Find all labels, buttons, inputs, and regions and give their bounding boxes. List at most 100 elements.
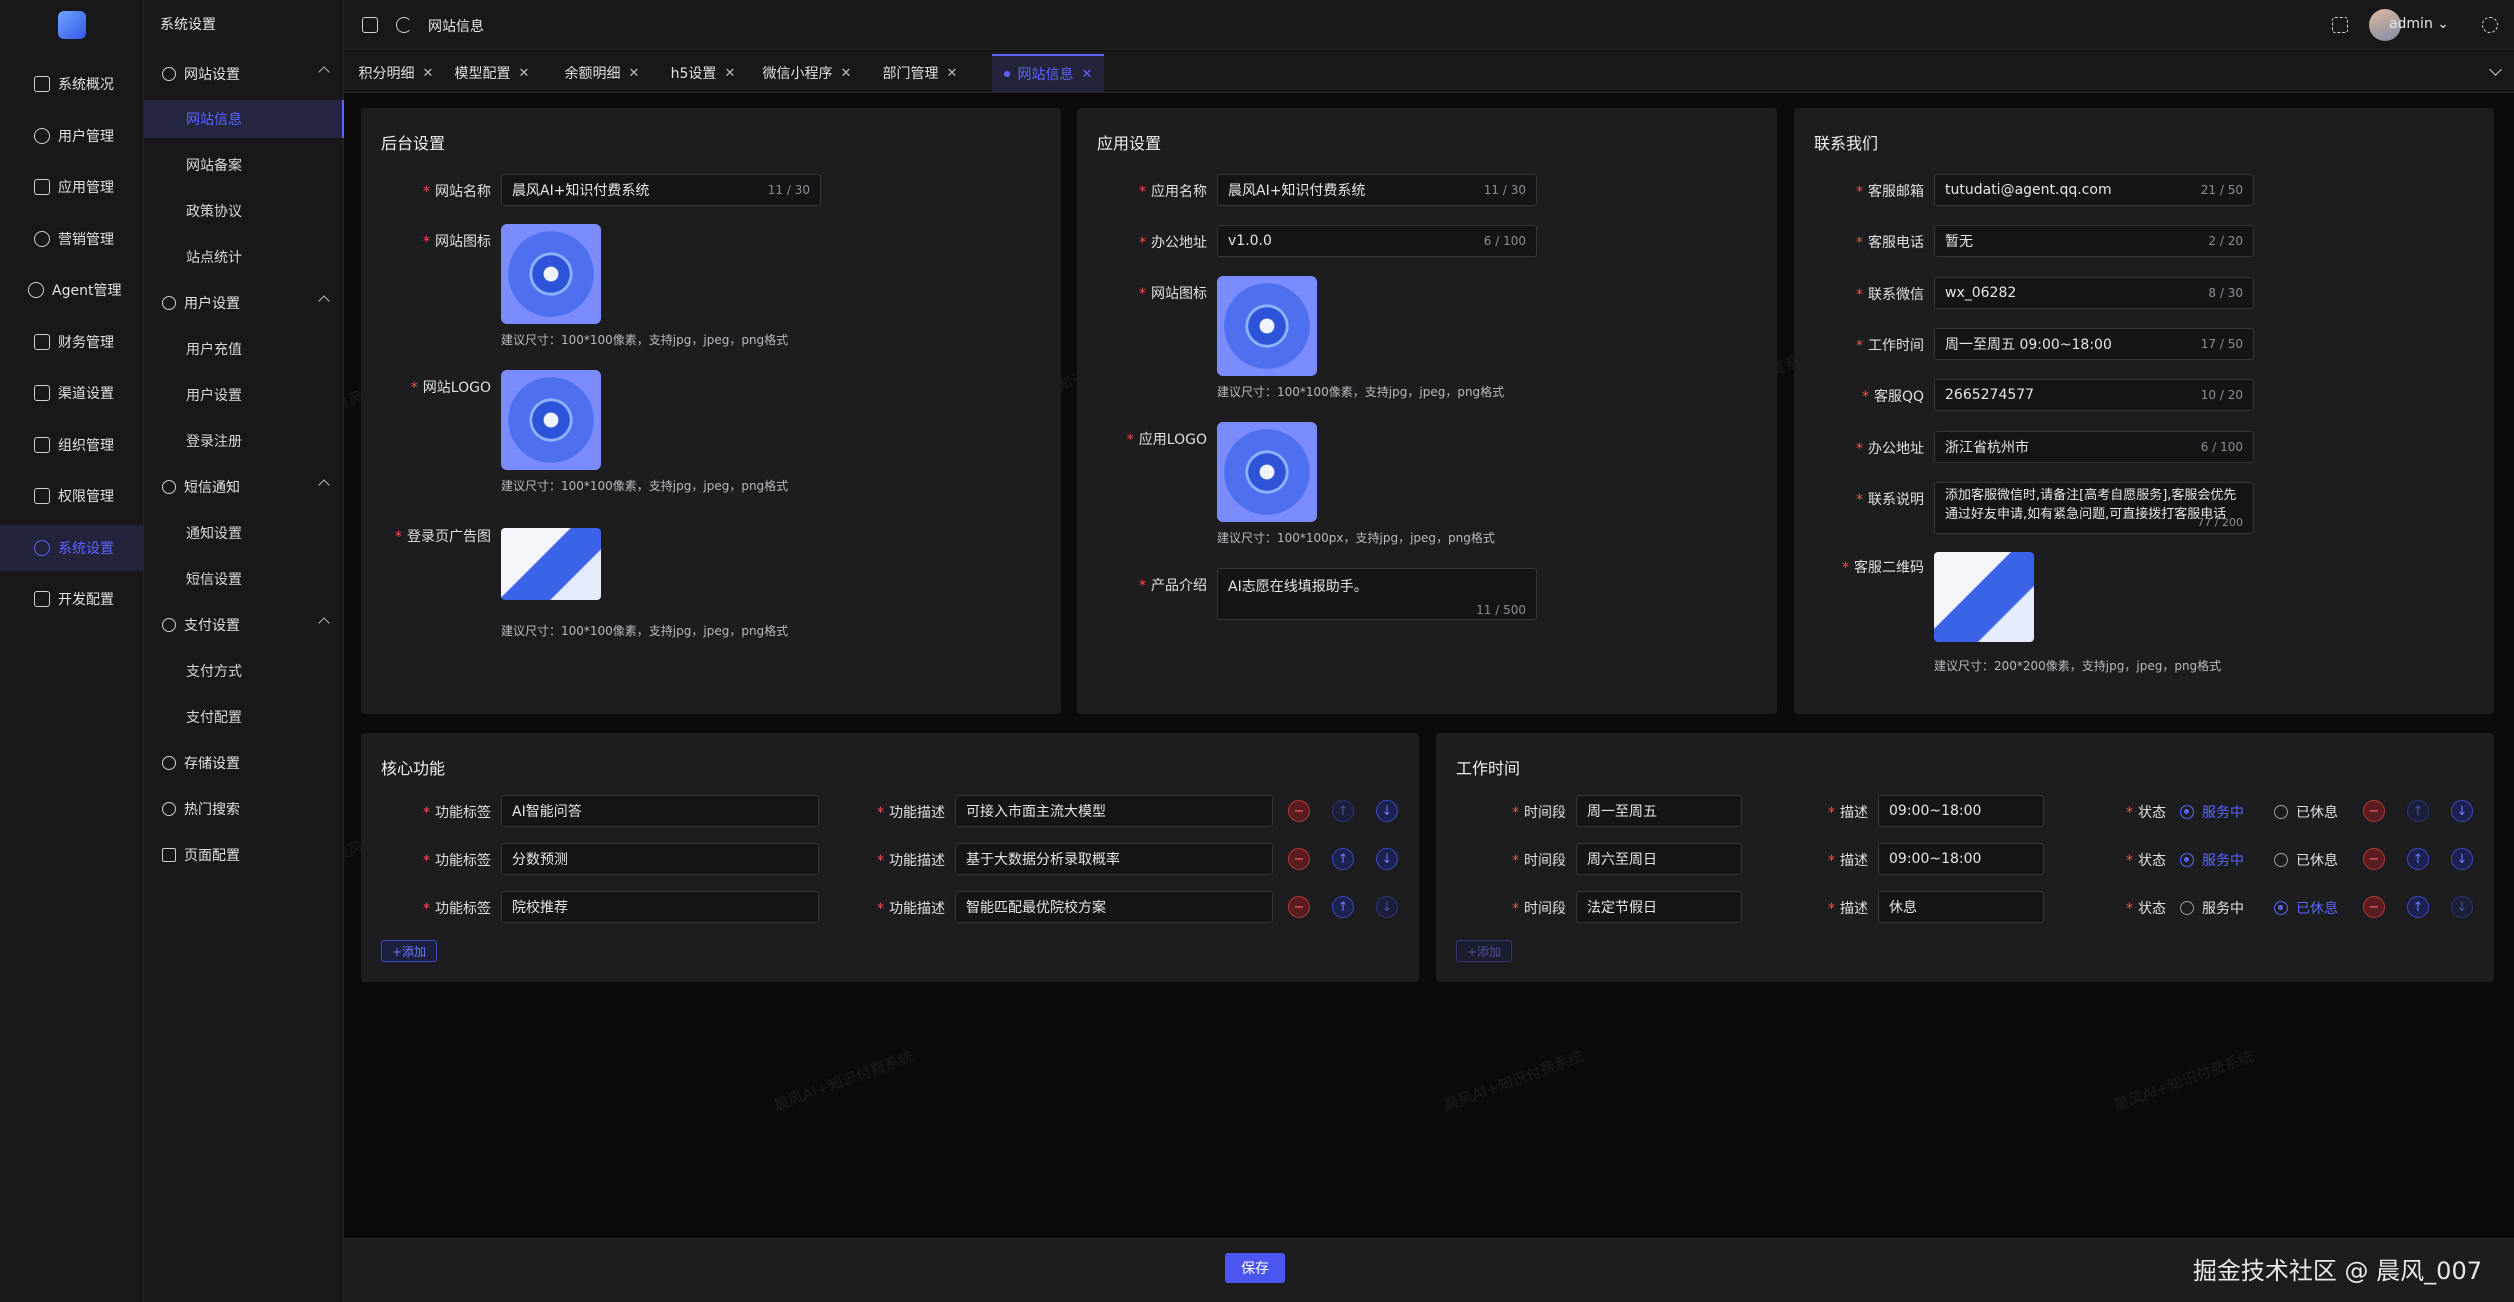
sub-item-notify[interactable]: 通知设置 xyxy=(144,514,344,552)
phone-input[interactable]: 暂无 2 / 20 xyxy=(1934,225,2254,257)
chevron-down-icon[interactable] xyxy=(2489,63,2502,76)
move-up-button[interactable]: ↑ xyxy=(1332,848,1354,870)
radio-resting[interactable]: 已休息 xyxy=(2274,898,2338,918)
add-work-button[interactable]: +添加 xyxy=(1456,940,1513,962)
sub-item-sms-set[interactable]: 短信设置 xyxy=(144,560,344,598)
app-icon-upload[interactable] xyxy=(1217,276,1317,376)
app-name-input[interactable]: 晨风AI+知识付费系统 11 / 30 xyxy=(1217,174,1537,206)
rail-item-dev[interactable]: 开发配置 xyxy=(0,576,144,622)
sub-item-user-settings[interactable]: 用户设置 xyxy=(144,376,344,414)
rail-item-agent[interactable]: Agent管理 xyxy=(0,267,144,313)
fullscreen-icon[interactable] xyxy=(2332,17,2348,33)
email-input[interactable]: tutudati@agent.qq.com 21 / 50 xyxy=(1934,174,2254,206)
settings-icon[interactable] xyxy=(2482,17,2498,33)
sub-group-pay[interactable]: 支付设置 xyxy=(144,607,344,643)
sub-group-page[interactable]: 页面配置 xyxy=(144,837,344,873)
tab-department[interactable]: 部门管理 ✕ xyxy=(866,54,974,92)
sub-group-sms[interactable]: 短信通知 xyxy=(144,469,344,505)
close-icon[interactable]: ✕ xyxy=(724,66,735,81)
move-up-button[interactable]: ↑ xyxy=(1332,800,1354,822)
sub-item-login[interactable]: 登录注册 xyxy=(144,422,344,460)
remove-row-button[interactable]: − xyxy=(2363,848,2385,870)
contact-desc-textarea[interactable]: 添加客服微信时,请备注[高考自愿服务],客服会优先通过好友申请,如有紧急问题,可… xyxy=(1934,482,2254,534)
radio-in-service[interactable]: 服务中 xyxy=(2180,802,2244,822)
message-icon xyxy=(162,480,176,494)
login-ad-upload[interactable] xyxy=(501,528,601,600)
site-logo-upload[interactable] xyxy=(501,370,601,470)
char-count: 11 / 500 xyxy=(1476,603,1526,617)
move-down-button[interactable]: ↓ xyxy=(1376,800,1398,822)
rail-item-marketing[interactable]: 营销管理 xyxy=(0,216,144,262)
add-core-button[interactable]: +添加 xyxy=(381,940,438,962)
site-name-input[interactable]: 晨风AI+知识付费系统 11 / 30 xyxy=(501,174,821,206)
move-up-button[interactable]: ↑ xyxy=(2407,896,2429,918)
tab-h5-settings[interactable]: h5设置 ✕ xyxy=(658,54,748,92)
move-down-button[interactable]: ↓ xyxy=(2451,800,2473,822)
remove-row-button[interactable]: − xyxy=(2363,896,2385,918)
move-up-button[interactable]: ↑ xyxy=(2407,800,2429,822)
move-up-button[interactable]: ↑ xyxy=(2407,848,2429,870)
site-icon-upload[interactable] xyxy=(501,224,601,324)
radio-resting[interactable]: 已休息 xyxy=(2274,850,2338,870)
remove-row-button[interactable]: − xyxy=(2363,800,2385,822)
feature-desc-input[interactable]: 可接入市面主流大模型 xyxy=(955,795,1273,827)
remove-row-button[interactable]: − xyxy=(1288,800,1310,822)
move-down-button[interactable]: ↓ xyxy=(1376,896,1398,918)
rail-item-channel[interactable]: 渠道设置 xyxy=(0,370,144,416)
rail-item-permission[interactable]: 权限管理 xyxy=(0,473,144,519)
app-logo-upload[interactable] xyxy=(1217,422,1317,522)
rail-item-org[interactable]: 组织管理 xyxy=(0,422,144,468)
tab-site-info[interactable]: 网站信息 ✕ xyxy=(992,54,1104,92)
close-icon[interactable]: ✕ xyxy=(519,66,530,81)
wechat-input[interactable]: wx_06282 8 / 30 xyxy=(1934,277,2254,309)
rail-item-apps[interactable]: 应用管理 xyxy=(0,164,144,210)
rail-item-finance[interactable]: 财务管理 xyxy=(0,319,144,365)
radio-resting[interactable]: 已休息 xyxy=(2274,802,2338,822)
rail-item-overview[interactable]: 系统概况 xyxy=(0,61,144,107)
radio-in-service[interactable]: 服务中 xyxy=(2180,850,2244,870)
rail-label: 组织管理 xyxy=(58,438,114,454)
remove-row-button[interactable]: − xyxy=(1288,848,1310,870)
product-intro-textarea[interactable]: AI志愿在线填报助手。 11 / 500 xyxy=(1217,568,1537,620)
close-icon[interactable]: ✕ xyxy=(423,66,434,81)
collapse-sidebar-icon[interactable] xyxy=(362,17,378,33)
tab-points-detail[interactable]: 积分明细 ✕ xyxy=(356,54,436,92)
sub-item-site-icp[interactable]: 网站备案 xyxy=(144,146,344,184)
sub-group-website[interactable]: 网站设置 xyxy=(144,56,344,92)
sub-item-pay-method[interactable]: 支付方式 xyxy=(144,652,344,690)
address-input[interactable]: 浙江省杭州市 6 / 100 xyxy=(1934,431,2254,463)
sub-item-recharge[interactable]: 用户充值 xyxy=(144,330,344,368)
version-input[interactable]: v1.0.0 6 / 100 xyxy=(1217,225,1537,257)
tab-wechat-miniapp[interactable]: 微信小程序 ✕ xyxy=(750,54,864,92)
tab-balance-detail[interactable]: 余额明细 ✕ xyxy=(548,54,656,92)
close-icon[interactable]: ✕ xyxy=(629,66,640,81)
sub-group-storage[interactable]: 存储设置 xyxy=(144,745,344,781)
remove-row-button[interactable]: − xyxy=(1288,896,1310,918)
hours-input[interactable]: 周一至周五 09:00~18:00 17 / 50 xyxy=(1934,328,2254,360)
sub-group-user[interactable]: 用户设置 xyxy=(144,285,344,321)
refresh-icon[interactable] xyxy=(396,17,412,33)
user-menu[interactable]: admin ⌄ xyxy=(2389,16,2449,32)
radio-in-service[interactable]: 服务中 xyxy=(2180,898,2244,918)
form-row: * 网站图标 xyxy=(1077,276,1207,308)
qr-code-upload[interactable] xyxy=(1934,552,2034,642)
move-down-button[interactable]: ↓ xyxy=(1376,848,1398,870)
rail-item-system[interactable]: 系统设置 xyxy=(0,525,144,571)
sub-item-pay-config[interactable]: 支付配置 xyxy=(144,698,344,736)
feature-desc-input[interactable]: 基于大数据分析录取概率 xyxy=(955,843,1273,875)
sub-item-stats[interactable]: 站点统计 xyxy=(144,238,344,276)
sub-item-site-info[interactable]: 网站信息 xyxy=(144,100,344,138)
close-icon[interactable]: ✕ xyxy=(841,66,852,81)
sub-group-search[interactable]: 热门搜索 xyxy=(144,791,344,827)
rail-item-users[interactable]: 用户管理 xyxy=(0,113,144,159)
move-down-button[interactable]: ↓ xyxy=(2451,896,2473,918)
close-icon[interactable]: ✕ xyxy=(947,66,958,81)
move-up-button[interactable]: ↑ xyxy=(1332,896,1354,918)
qq-input[interactable]: 2665274577 10 / 20 xyxy=(1934,379,2254,411)
close-icon[interactable]: ✕ xyxy=(1082,67,1093,82)
move-down-button[interactable]: ↓ xyxy=(2451,848,2473,870)
save-button[interactable]: 保存 xyxy=(1225,1253,1285,1283)
feature-desc-input[interactable]: 智能匹配最优院校方案 xyxy=(955,891,1273,923)
tab-model-config[interactable]: 模型配置 ✕ xyxy=(438,54,546,92)
sub-item-policy[interactable]: 政策协议 xyxy=(144,192,344,230)
